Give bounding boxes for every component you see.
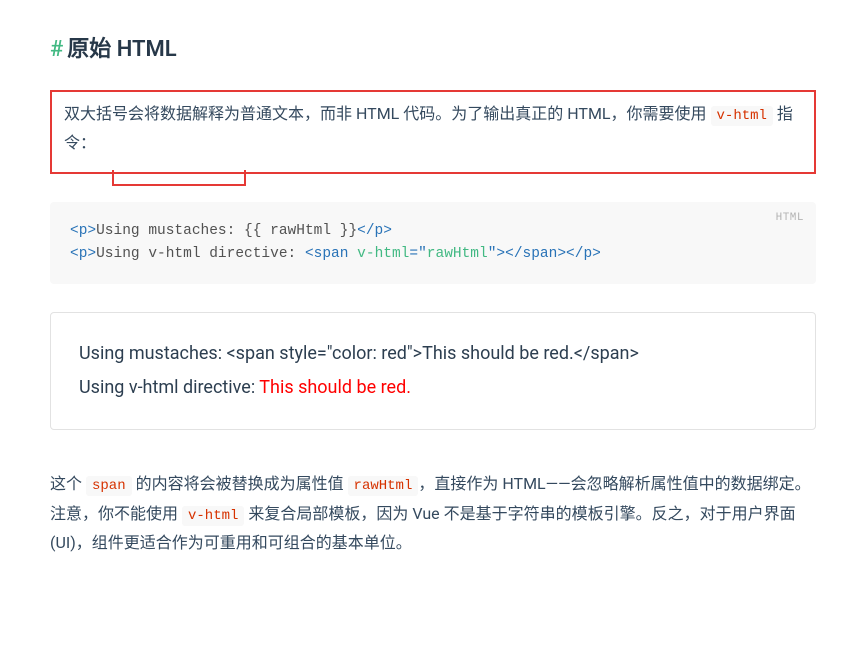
- code-lang-label: HTML: [776, 210, 804, 228]
- output-line-2: Using v-html directive: This should be r…: [79, 371, 787, 405]
- heading-text: 原始 HTML: [67, 37, 176, 62]
- intro-text-1: 双大括号会将数据解释为普通文本，而非 HTML 代码。为了输出真正的 HTML，…: [64, 104, 711, 123]
- highlight-underline: [112, 170, 246, 186]
- intro-highlight-box: 双大括号会将数据解释为普通文本，而非 HTML 代码。为了输出真正的 HTML，…: [50, 90, 816, 174]
- p2-code-rawhtml: rawHtml: [348, 476, 419, 496]
- explain-paragraph: 这个 span 的内容将会被替换成为属性值 rawHtml，直接作为 HTML—…: [50, 470, 816, 557]
- code-block: HTML <p>Using mustaches: {{ rawHtml }}</…: [50, 202, 816, 284]
- intro-paragraph: 双大括号会将数据解释为普通文本，而非 HTML 代码。为了输出真正的 HTML，…: [64, 100, 802, 158]
- p2-code-span: span: [86, 476, 132, 496]
- output-line-1: Using mustaches: <span style="color: red…: [79, 337, 787, 371]
- intro-code-vhtml: v-html: [711, 106, 773, 126]
- output-line1-label: Using mustaches:: [79, 343, 227, 364]
- output-line1-raw: <span style="color: red">This should be …: [227, 343, 639, 364]
- code-line-2: <p>Using v-html directive: <span v-html=…: [70, 243, 796, 266]
- section-heading: #原始 HTML: [50, 30, 816, 70]
- heading-hash: #: [50, 37, 63, 62]
- p2-t2: 的内容将会被替换成为属性值: [132, 474, 348, 493]
- output-line2-label: Using v-html directive:: [79, 377, 259, 398]
- p2-code-vhtml: v-html: [182, 506, 244, 526]
- output-box: Using mustaches: <span style="color: red…: [50, 312, 816, 430]
- output-line2-red: This should be red.: [259, 377, 411, 398]
- p2-t1: 这个: [50, 474, 86, 493]
- code-line-1: <p>Using mustaches: {{ rawHtml }}</p>: [70, 220, 796, 243]
